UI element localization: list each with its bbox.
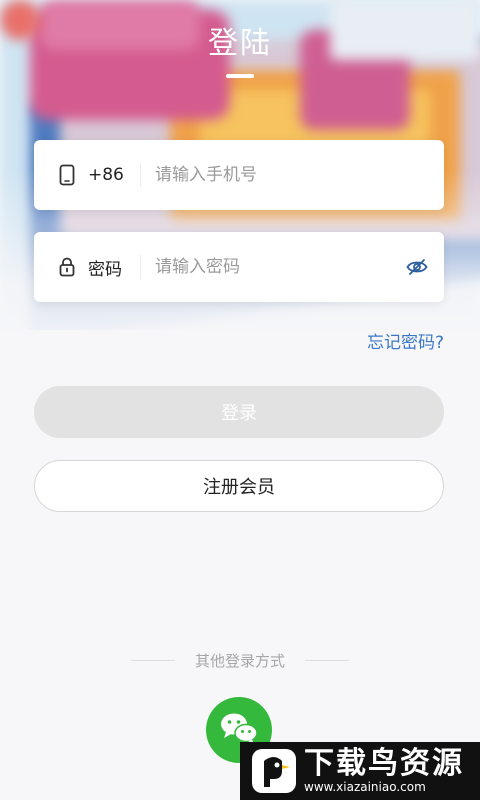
- lock-icon: [58, 256, 76, 278]
- title-underline: [226, 74, 254, 78]
- password-field[interactable]: 密码: [34, 232, 444, 302]
- phone-field[interactable]: +86: [34, 140, 444, 210]
- password-field-lead: 密码: [34, 255, 140, 280]
- page-title: 登陆: [208, 26, 272, 61]
- divider: [140, 255, 141, 279]
- password-input[interactable]: [153, 256, 404, 278]
- watermark: 下载鸟资源 www.xiazainiao.com: [240, 742, 480, 800]
- phone-icon: [58, 164, 76, 186]
- register-button[interactable]: 注册会员: [34, 460, 444, 512]
- watermark-url: www.xiazainiao.com: [304, 780, 426, 794]
- other-login-section: 其他登录方式: [0, 650, 480, 671]
- divider-right: [305, 660, 349, 661]
- divider-left: [130, 660, 175, 661]
- forgot-password-link[interactable]: 忘记密码?: [367, 328, 444, 353]
- watermark-logo-icon: [248, 745, 300, 797]
- other-login-label: 其他登录方式: [194, 652, 285, 670]
- login-button[interactable]: 登录: [34, 386, 444, 438]
- phone-field-lead: +86: [34, 164, 140, 186]
- divider: [140, 163, 141, 187]
- country-code[interactable]: +86: [88, 165, 124, 185]
- watermark-brand: 下载鸟资源: [304, 746, 464, 781]
- phone-input[interactable]: [153, 164, 444, 186]
- eye-slash-icon[interactable]: [404, 256, 430, 278]
- password-label: 密码: [88, 259, 122, 280]
